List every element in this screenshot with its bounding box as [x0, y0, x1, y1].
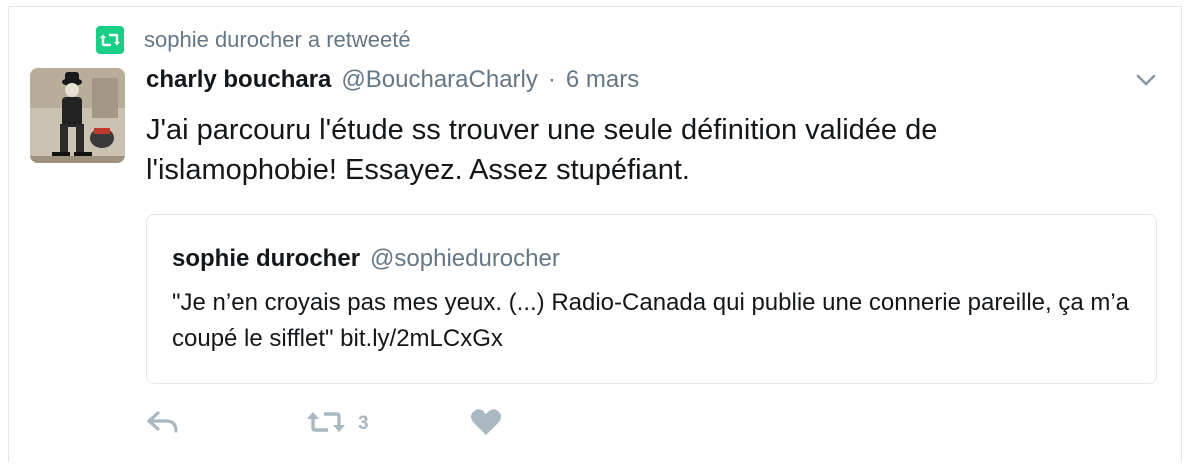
heart-icon [470, 408, 502, 441]
author-name[interactable]: charly bouchara [146, 66, 331, 94]
avatar-image [30, 68, 125, 163]
retweet-context: sophie durocher a retweeté [96, 26, 411, 54]
quoted-tweet-text: "Je n’en croyais pas mes yeux. (...) Rad… [172, 289, 1130, 352]
retweet-icon [96, 26, 124, 54]
author-handle[interactable]: @BoucharaCharly [341, 66, 537, 94]
separator-dot: · [547, 66, 556, 93]
retweet-button[interactable]: 3 [306, 404, 369, 444]
reply-button[interactable] [146, 404, 180, 444]
chevron-down-icon[interactable] [1132, 66, 1160, 94]
retweet-context-text[interactable]: sophie durocher a retweeté [144, 27, 411, 53]
retweet-icon [306, 409, 346, 440]
retweet-count: 3 [358, 413, 369, 434]
reply-icon [146, 409, 180, 440]
tweet-text: J'ai parcouru l'étude ss trouver une seu… [146, 114, 938, 186]
quoted-tweet-header: sophie durocher @sophiedurocher [172, 245, 560, 273]
tweet-header: charly bouchara @BoucharaCharly · 6 mars [146, 66, 639, 100]
like-button[interactable] [470, 404, 502, 444]
tweet-timestamp[interactable]: 6 mars [566, 66, 639, 94]
quoted-author-name: sophie durocher [172, 245, 361, 272]
quoted-author-handle: @sophiedurocher [370, 245, 560, 272]
author-avatar[interactable] [30, 68, 125, 163]
tweet-actions: 3 [146, 404, 546, 444]
quoted-tweet[interactable]: sophie durocher @sophiedurocher "Je n’en… [146, 214, 1157, 384]
